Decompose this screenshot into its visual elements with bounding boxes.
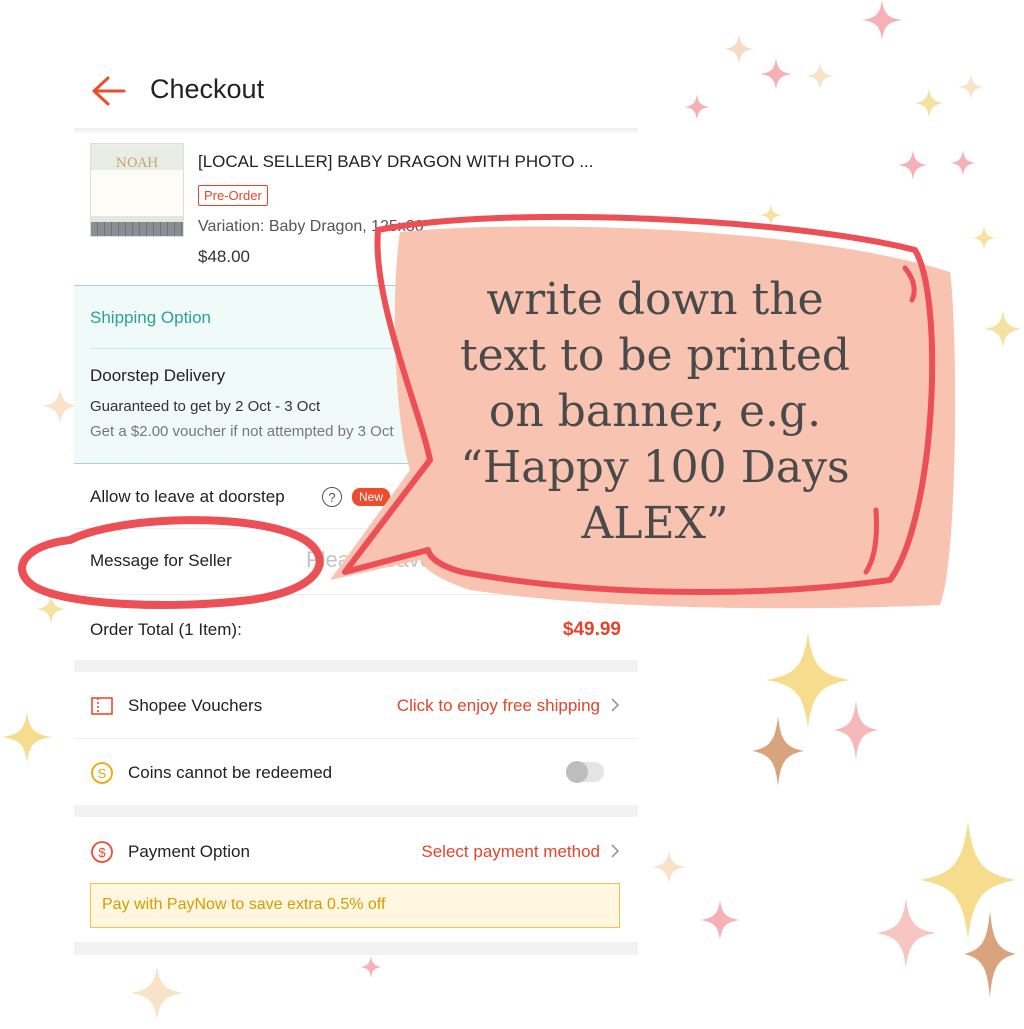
delivery-guarantee: Guaranteed to get by 2 Oct - 3 Oct <box>90 398 321 415</box>
thumbnail-text: NOAH <box>115 156 159 171</box>
sparkle-icon <box>36 594 66 624</box>
divider <box>90 348 638 349</box>
bubble-accent-stroke <box>902 265 917 303</box>
page-title: Checkout <box>150 74 265 104</box>
sparkle-icon <box>984 310 1022 348</box>
shipping-option-section[interactable]: Shipping Option Doorstep Delivery Guaran… <box>74 285 638 464</box>
product-item[interactable]: NOAH [LOCAL SELLER] BABY DRAGON WITH PHO… <box>74 135 638 285</box>
top-bar: Checkout <box>74 60 638 128</box>
preorder-badge: Pre-Order <box>198 185 268 206</box>
sparkle-icon <box>958 74 984 100</box>
sparkle-icon <box>684 94 710 120</box>
svg-text:$: $ <box>98 845 106 860</box>
payment-option-row[interactable]: $ Payment Option Select payment method <box>74 818 638 884</box>
sparkle-icon <box>130 966 184 1020</box>
shopee-vouchers-label: Shopee Vouchers <box>128 696 263 715</box>
sparkle-icon <box>652 850 686 884</box>
shipping-method: Doorstep Delivery <box>90 366 226 385</box>
sparkle-icon <box>700 900 740 940</box>
voucher-icon <box>90 694 114 718</box>
select-payment-link[interactable]: Select payment method <box>421 842 600 862</box>
leave-at-doorstep-label: Allow to leave at doorstep <box>90 487 285 506</box>
back-arrow-icon[interactable] <box>88 74 128 108</box>
sparkle-icon <box>760 204 782 226</box>
toggle-knob <box>566 761 588 783</box>
leave-at-doorstep-row[interactable]: Allow to leave at doorstep ? New <box>74 463 638 529</box>
sparkle-icon <box>752 716 804 786</box>
paynow-banner-text: Pay with PayNow to save extra 0.5% off <box>102 896 386 913</box>
coins-row: S Coins cannot be redeemed <box>74 739 638 805</box>
sparkle-icon <box>724 34 754 64</box>
sparkle-icon <box>964 910 1016 998</box>
checkout-screen: Checkout NOAH [LOCAL SELLER] BABY DRAGON… <box>74 60 638 955</box>
sparkle-icon <box>898 150 928 180</box>
sparkle-icon <box>2 712 52 762</box>
section-gap <box>74 805 638 817</box>
sparkle-icon <box>42 388 78 424</box>
banner-preview <box>91 170 183 216</box>
product-thumbnail: NOAH <box>90 143 184 237</box>
shipping-option-title: Shipping Option <box>90 308 211 327</box>
section-gap <box>74 660 638 672</box>
section-gap <box>74 942 638 955</box>
sparkle-icon <box>914 88 944 118</box>
chevron-right-icon[interactable] <box>608 696 622 714</box>
message-for-seller-label: Message for Seller <box>90 551 232 570</box>
sparkle-icon <box>950 150 976 176</box>
sparkle-icon <box>806 62 834 90</box>
bubble-accent-stroke <box>863 507 879 575</box>
product-name: [LOCAL SELLER] BABY DRAGON WITH PHOTO ..… <box>198 152 594 171</box>
sparkle-icon <box>876 898 936 968</box>
help-icon[interactable]: ? <box>322 487 342 507</box>
shopee-vouchers-row[interactable]: Shopee Vouchers Click to enjoy free ship… <box>74 672 638 739</box>
order-total-row: Order Total (1 Item): $49.99 <box>74 595 638 659</box>
svg-text:S: S <box>98 766 107 781</box>
sparkle-icon <box>360 956 382 978</box>
dollar-icon: $ <box>90 840 114 864</box>
payment-option-label: Payment Option <box>128 842 250 861</box>
sparkle-icon <box>760 58 792 90</box>
order-total-label: Order Total (1 Item): <box>90 620 242 639</box>
divider <box>74 128 638 134</box>
free-shipping-link[interactable]: Click to enjoy free shipping <box>397 696 600 716</box>
coin-icon: S <box>90 761 114 785</box>
paynow-banner[interactable]: Pay with PayNow to save extra 0.5% off <box>90 883 620 928</box>
order-total-amount: $49.99 <box>562 619 621 640</box>
message-for-seller-input[interactable] <box>304 539 628 581</box>
message-for-seller-row: Message for Seller <box>74 529 638 595</box>
sparkle-icon <box>972 226 996 250</box>
sparkle-icon <box>834 700 878 760</box>
product-variation: Variation: Baby Dragon, 125x80 <box>198 218 424 235</box>
sparkle-icon <box>862 0 902 40</box>
chevron-right-icon[interactable] <box>608 842 622 860</box>
coins-toggle[interactable] <box>566 761 604 783</box>
delivery-voucher-note: Get a $2.00 voucher if not attempted by … <box>90 423 394 440</box>
new-badge: New <box>352 488 391 506</box>
floor-image <box>91 222 183 236</box>
coins-label: Coins cannot be redeemed <box>128 763 333 782</box>
product-price: $48.00 <box>198 247 250 266</box>
